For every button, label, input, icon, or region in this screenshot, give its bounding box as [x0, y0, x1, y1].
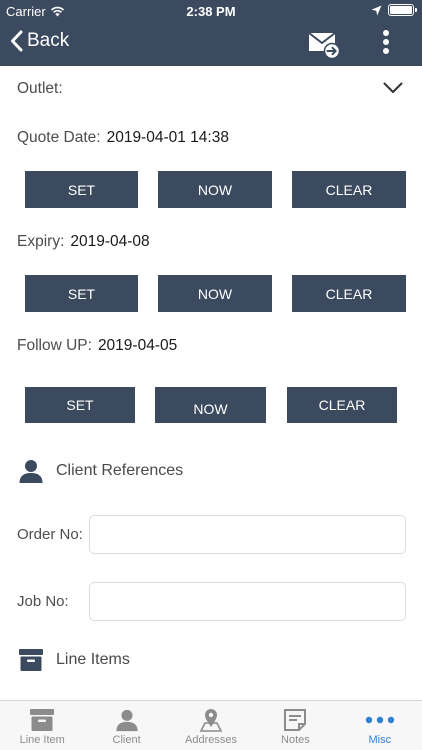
quote-date-value: 2019-04-01 14:38 — [106, 129, 229, 146]
navigation-bar: Back — [0, 22, 422, 66]
follow-up-clear-button[interactable]: CLEAR — [287, 387, 397, 423]
more-options-button[interactable] — [372, 28, 400, 60]
follow-up-label: Follow UP: — [17, 337, 92, 354]
battery-icon — [388, 4, 417, 16]
follow-up-now-button[interactable]: NOW — [155, 387, 266, 423]
tab-bar: Line Item Client Addresses Notes Misc — [0, 700, 422, 750]
location-arrow-icon — [371, 5, 382, 15]
expiry-set-button[interactable]: SET — [25, 275, 138, 312]
tab-notes[interactable]: Notes — [253, 701, 337, 750]
follow-up-value: 2019-04-05 — [97, 337, 178, 354]
quote-date-set-button[interactable]: SET — [25, 171, 138, 208]
tab-addresses[interactable]: Addresses — [169, 701, 253, 750]
tab-label: Client — [112, 734, 141, 746]
line-items-header: Line Items — [18, 648, 130, 672]
vertical-dots-icon — [383, 30, 389, 54]
line-items-title: Line Items — [56, 651, 130, 668]
tab-label: Misc — [368, 734, 392, 746]
misc-form: Outlet: Quote Date: 2019-04-01 14:38 SET … — [0, 66, 422, 700]
person-icon — [115, 709, 138, 732]
status-bar: Carrier 2:38 PM — [0, 0, 422, 22]
job-no-label: Job No: — [17, 593, 69, 610]
expiry-now-button[interactable]: NOW — [158, 275, 272, 312]
status-right — [371, 4, 417, 16]
expiry-label: Expiry: — [17, 233, 65, 250]
back-button[interactable]: Back — [10, 30, 69, 52]
tab-label: Line Item — [19, 734, 65, 746]
client-references-title: Client References — [56, 462, 184, 479]
status-time: 2:38 PM — [186, 4, 236, 19]
job-no-field[interactable] — [89, 582, 406, 621]
quote-date-label: Quote Date: — [17, 129, 101, 146]
order-no-field[interactable] — [89, 515, 406, 554]
chevron-left-icon — [11, 30, 23, 52]
tab-label: Notes — [281, 734, 310, 746]
quote-date-now-button[interactable]: NOW — [158, 171, 272, 208]
follow-up-set-button[interactable]: SET — [25, 387, 135, 423]
order-no-label: Order No: — [17, 526, 83, 543]
note-icon — [284, 709, 307, 731]
tab-label: Addresses — [185, 734, 237, 746]
top-bar: Carrier 2:38 PM Back — [0, 0, 422, 66]
person-icon — [19, 460, 43, 483]
send-email-button[interactable] — [307, 30, 343, 60]
expiry-row: Expiry: 2019-04-08 — [17, 233, 150, 251]
tab-misc[interactable]: Misc — [338, 701, 422, 750]
quote-date-clear-button[interactable]: CLEAR — [292, 171, 406, 208]
outlet-label: Outlet: — [17, 80, 63, 97]
archive-box-icon — [19, 649, 43, 671]
tab-line-item[interactable]: Line Item — [0, 701, 84, 750]
expiry-value: 2019-04-08 — [70, 233, 150, 250]
back-label: Back — [27, 30, 70, 51]
quote-date-row: Quote Date: 2019-04-01 14:38 — [17, 129, 229, 147]
more-dots-icon — [365, 716, 395, 724]
mail-send-icon — [308, 32, 341, 60]
expiry-clear-button[interactable]: CLEAR — [292, 275, 406, 312]
client-references-header: Client References — [18, 458, 183, 484]
tab-client[interactable]: Client — [84, 701, 168, 750]
chevron-down-icon[interactable] — [383, 82, 403, 94]
archive-box-icon — [30, 709, 55, 731]
follow-up-row: Follow UP: 2019-04-05 — [17, 337, 177, 355]
map-pin-icon — [199, 709, 223, 732]
